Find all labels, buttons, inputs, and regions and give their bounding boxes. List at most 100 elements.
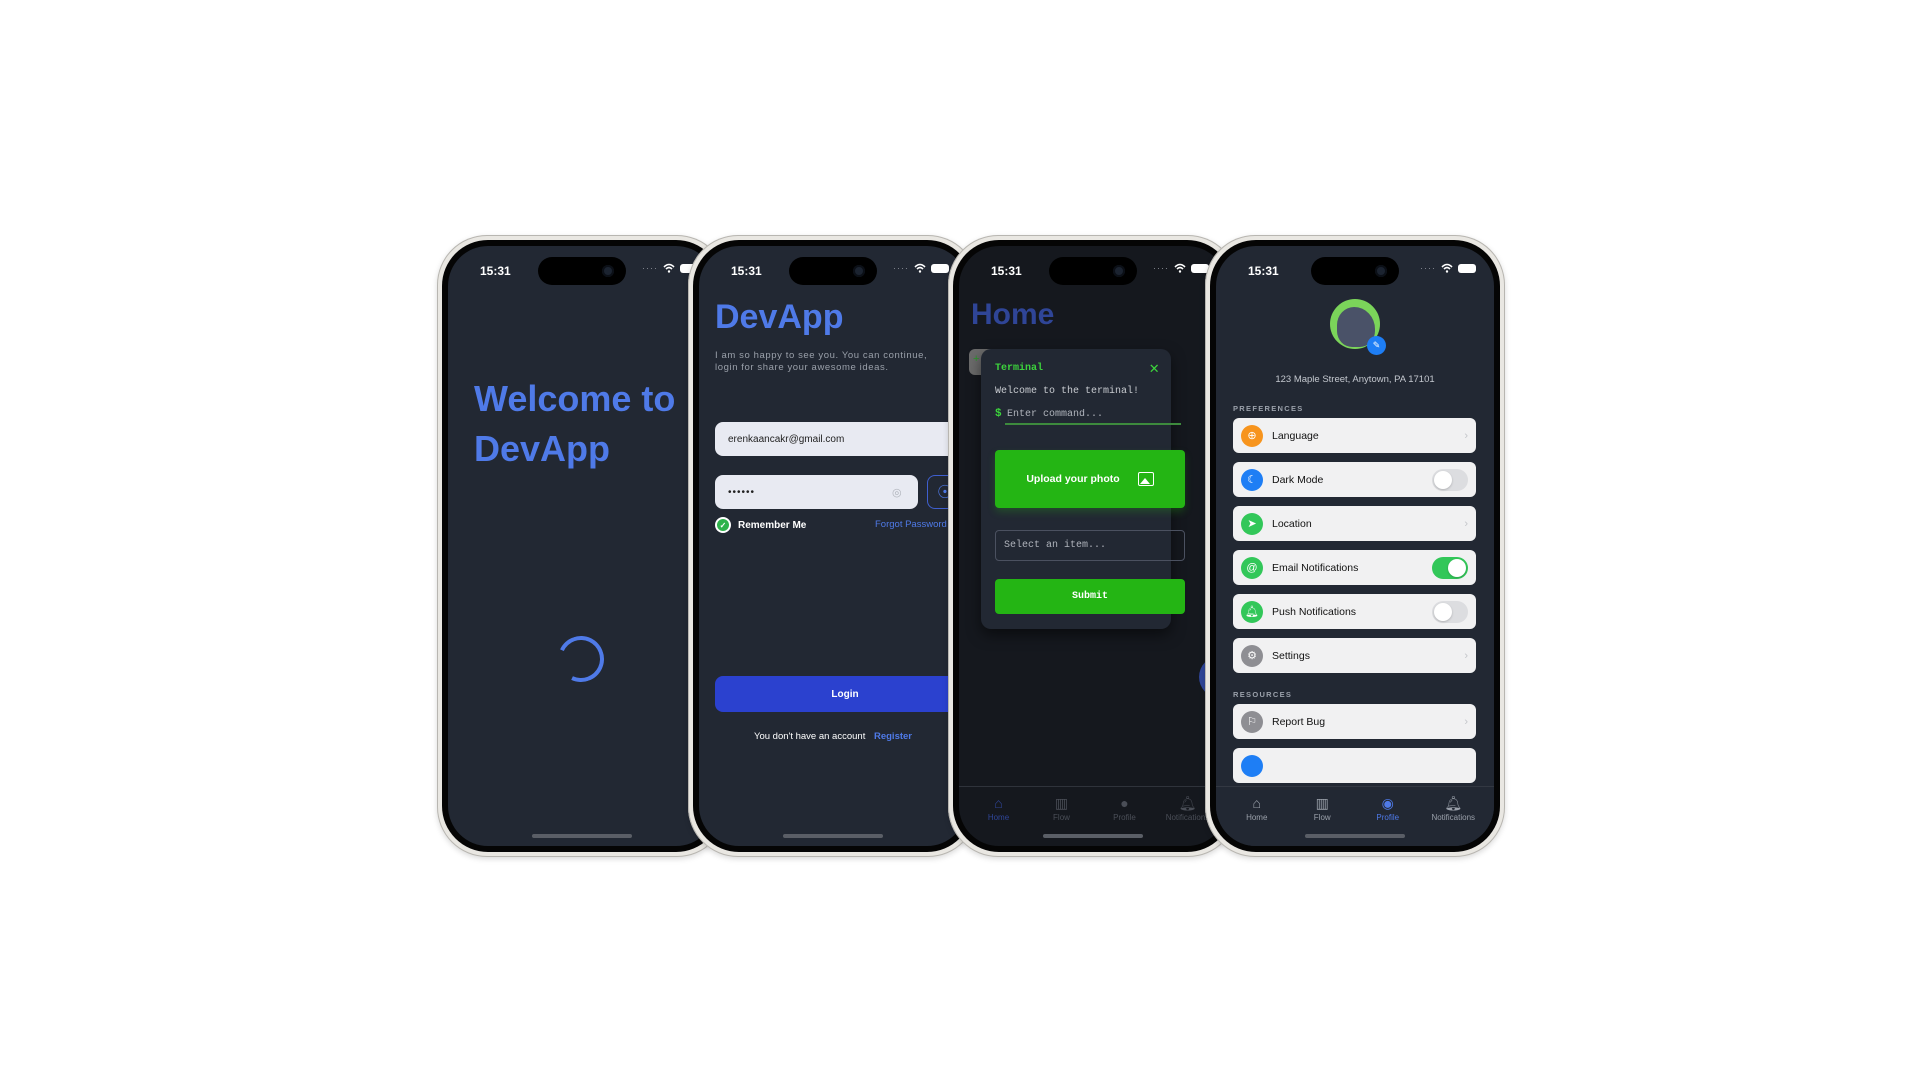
forgot-password-link[interactable]: Forgot Password xyxy=(875,519,947,530)
preferences-section-label: PREFERENCES xyxy=(1233,404,1304,413)
bell-icon: 🔔︎ xyxy=(1444,795,1463,811)
splash-screen: 15:31 ···· Welcome to DevApp xyxy=(448,246,716,846)
wifi-icon xyxy=(914,263,926,273)
no-account-text: You don't have an account xyxy=(754,731,866,742)
home-indicator[interactable] xyxy=(532,834,632,838)
row-label: Push Notifications xyxy=(1272,605,1357,618)
tab-label: Notifications xyxy=(1431,813,1476,822)
info-icon xyxy=(1241,754,1263,777)
tab-label: Notifications xyxy=(1165,813,1210,822)
terminal-title: Terminal xyxy=(995,363,1044,374)
login-screen: 15:31 ···· DevApp I am so happy to see y… xyxy=(699,246,967,846)
home-indicator[interactable] xyxy=(783,834,883,838)
welcome-line-1: Welcome to xyxy=(474,378,676,419)
camera-icon xyxy=(602,265,614,277)
dark-mode-toggle[interactable] xyxy=(1432,468,1468,491)
profile-icon: ◉ xyxy=(1381,795,1394,811)
phone-splash: 15:31 ···· Welcome to DevApp xyxy=(437,235,727,857)
check-circle-icon: ✓ xyxy=(715,517,731,533)
chevron-right-icon: › xyxy=(1464,649,1468,662)
password-value: •••••• xyxy=(728,486,756,498)
status-time: 15:31 xyxy=(480,264,511,278)
wifi-icon xyxy=(1174,263,1186,273)
tab-notifications[interactable]: 🔔︎ Notifications xyxy=(1421,787,1487,846)
resource-row-report-bug[interactable]: ⚐ Report Bug › xyxy=(1233,704,1476,739)
moon-icon: ☾ xyxy=(1241,468,1263,491)
item-select[interactable]: Select an item... xyxy=(995,530,1185,561)
dynamic-island xyxy=(1049,257,1137,285)
camera-icon xyxy=(1113,265,1125,277)
resource-row-partial[interactable] xyxy=(1233,748,1476,783)
wifi-icon xyxy=(1441,263,1453,273)
home-screen: 15:31 ···· Home + ⚡ >_ › Terminal ✕ Welc… xyxy=(959,246,1227,846)
subtitle-line-2: login for share your awesome ideas. xyxy=(715,362,889,373)
signal-icon: ···· xyxy=(893,263,909,273)
edit-pencil-icon[interactable]: ✎ xyxy=(1367,336,1386,355)
prompt-symbol: $ xyxy=(995,408,1002,420)
home-indicator[interactable] xyxy=(1043,834,1143,838)
profile-icon: ● xyxy=(1120,795,1129,811)
home-title: Home xyxy=(971,298,1055,331)
command-input[interactable] xyxy=(1005,405,1181,425)
battery-icon xyxy=(1458,263,1476,273)
register-row: You don't have an account Register xyxy=(699,731,967,742)
remember-me-label: Remember Me xyxy=(738,519,807,531)
tab-label: Home xyxy=(987,813,1010,822)
dynamic-island xyxy=(1311,257,1399,285)
globe-icon: ⊕ xyxy=(1241,424,1263,447)
row-label: Email Notifications xyxy=(1272,561,1359,574)
battery-icon xyxy=(931,263,949,273)
pref-row-push-notifications: 🔔︎ Push Notifications xyxy=(1233,594,1476,629)
chevron-right-icon: › xyxy=(1464,715,1468,728)
terminal-modal: Terminal ✕ Welcome to the terminal! $ Up… xyxy=(981,349,1185,629)
status-time: 15:31 xyxy=(1248,264,1279,278)
pref-row-email-notifications: @ Email Notifications xyxy=(1233,550,1476,585)
phone-login: 15:31 ···· DevApp I am so happy to see y… xyxy=(688,235,978,857)
row-label: Location xyxy=(1272,517,1312,530)
welcome-line-2: DevApp xyxy=(474,428,611,469)
submit-button[interactable]: Submit xyxy=(995,579,1185,614)
tab-label: Home xyxy=(1246,813,1268,822)
password-field[interactable]: •••••• ◎ xyxy=(715,475,918,509)
email-notifications-toggle[interactable] xyxy=(1432,556,1468,579)
upload-photo-button[interactable]: Upload your photo xyxy=(995,450,1185,508)
eye-off-icon[interactable]: ◎ xyxy=(892,486,906,499)
signal-icon: ···· xyxy=(1420,263,1436,273)
profile-address: 123 Maple Street, Anytown, PA 17101 xyxy=(1275,374,1435,385)
pref-row-location[interactable]: ➤ Location › xyxy=(1233,506,1476,541)
subtitle-line-1: I am so happy to see you. You can contin… xyxy=(715,350,928,361)
plus-icon: + xyxy=(973,353,980,365)
profile-avatar[interactable]: ✎ xyxy=(1330,299,1386,355)
at-icon: @ xyxy=(1241,556,1263,579)
flag-icon: ⚐ xyxy=(1241,710,1263,733)
camera-icon xyxy=(1375,265,1387,277)
tab-home[interactable]: ⌂ Home xyxy=(967,787,1030,846)
select-placeholder: Select an item... xyxy=(1004,540,1107,551)
tab-label: Profile xyxy=(1113,813,1136,822)
signal-icon: ···· xyxy=(642,263,658,273)
login-button[interactable]: Login xyxy=(715,676,967,712)
remember-me-checkbox[interactable]: ✓ Remember Me xyxy=(715,517,806,533)
email-field[interactable]: erenkaancakr@gmail.com xyxy=(715,422,967,456)
home-icon: ⌂ xyxy=(1252,795,1261,811)
home-indicator[interactable] xyxy=(1305,834,1405,838)
close-icon[interactable]: ✕ xyxy=(1149,358,1159,378)
email-value: erenkaancakr@gmail.com xyxy=(728,433,845,445)
tab-home[interactable]: ⌂ Home xyxy=(1224,787,1290,846)
pref-row-settings[interactable]: ⚙ Settings › xyxy=(1233,638,1476,673)
pref-row-language[interactable]: ⊕ Language › xyxy=(1233,418,1476,453)
signal-icon: ···· xyxy=(1153,263,1169,273)
flow-icon: ▥ xyxy=(1315,795,1329,811)
phone-home: 15:31 ···· Home + ⚡ >_ › Terminal ✕ Welc… xyxy=(948,235,1238,857)
resources-section-label: RESOURCES xyxy=(1233,690,1293,699)
row-label: Report Bug xyxy=(1272,715,1326,728)
register-link[interactable]: Register xyxy=(874,731,912,742)
dynamic-island xyxy=(789,257,877,285)
push-notifications-toggle[interactable] xyxy=(1432,600,1468,623)
login-title: DevApp xyxy=(715,298,844,336)
dynamic-island xyxy=(538,257,626,285)
status-icons: ···· xyxy=(893,263,949,273)
login-subtitle: I am so happy to see you. You can contin… xyxy=(715,350,955,374)
location-arrow-icon: ➤ xyxy=(1241,512,1263,535)
row-label: Dark Mode xyxy=(1272,473,1324,486)
